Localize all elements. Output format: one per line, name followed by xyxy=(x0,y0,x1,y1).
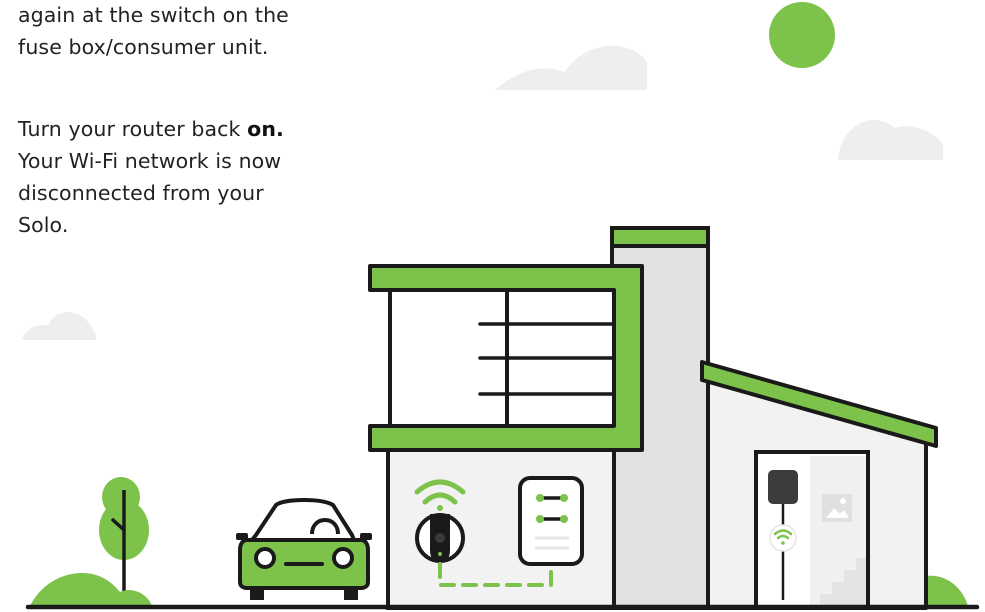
chimney-cap xyxy=(610,226,710,248)
ev-charger-icon xyxy=(415,513,465,563)
annex-doorway xyxy=(754,450,870,610)
house-illustration xyxy=(22,2,980,610)
bush-icon xyxy=(30,573,152,606)
image-frame-icon xyxy=(822,494,852,522)
cloud-icon xyxy=(495,45,647,90)
cloud-icon xyxy=(838,119,943,160)
cloud-icon xyxy=(22,311,96,340)
consumer-unit-icon xyxy=(518,476,584,566)
car-icon xyxy=(236,498,372,600)
sun-icon xyxy=(769,2,835,68)
